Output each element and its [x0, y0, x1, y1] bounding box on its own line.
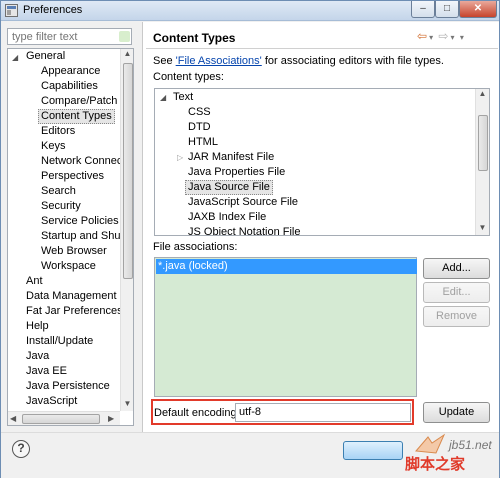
close-button[interactable]: ✕	[459, 1, 497, 18]
remove-button[interactable]: Remove	[423, 306, 490, 327]
tree-item-workspace[interactable]: Workspace	[39, 259, 98, 274]
tree-item-fat-jar-preferences[interactable]: Fat Jar Preferences	[24, 304, 125, 319]
tree-item-security[interactable]: Security	[39, 199, 83, 214]
tree-item-capabilities[interactable]: Capabilities	[39, 79, 100, 94]
scroll-down-arrow-icon[interactable]: ▼	[476, 223, 489, 232]
file-associations-label: File associations:	[153, 241, 238, 253]
back-dropdown-icon[interactable]: ▾	[429, 33, 433, 42]
page-description: See 'File Associations' for associating …	[153, 55, 444, 67]
page-title: Content Types	[153, 31, 236, 45]
add-button[interactable]: Add...	[423, 258, 490, 279]
preference-tree: ◢ General Appearance Capabilities Compar…	[7, 48, 134, 426]
tree-item-service-policies[interactable]: Service Policies	[39, 214, 121, 229]
content-type-item[interactable]: JavaScript Source File	[186, 195, 300, 210]
view-menu-icon[interactable]: ▾	[460, 33, 464, 42]
collapse-general-icon[interactable]: ◢	[12, 53, 18, 62]
tree-item-content-types[interactable]: Content Types	[38, 109, 115, 124]
watermark-site: jb51.net	[449, 438, 492, 452]
content-type-item[interactable]: JAXB Index File	[186, 210, 268, 225]
edit-button[interactable]: Edit...	[423, 282, 490, 303]
tree-item-startup-shutdown[interactable]: Startup and Shutd	[39, 229, 132, 244]
tree-item-javascript[interactable]: JavaScript	[24, 394, 79, 409]
help-icon[interactable]: ?	[12, 440, 30, 458]
tree-item-editors[interactable]: Editors	[39, 124, 77, 139]
window-title: Preferences	[23, 4, 83, 16]
default-encoding-field[interactable]: utf-8	[235, 403, 411, 422]
scroll-left-arrow-icon[interactable]: ◀	[10, 414, 16, 423]
header-divider	[146, 48, 498, 49]
page-navigation: ⇦ ▾ ⇨ ▾ ▾	[417, 29, 466, 43]
tree-item-appearance[interactable]: Appearance	[39, 64, 102, 79]
expand-jar-manifest-icon[interactable]: ▷	[177, 153, 183, 162]
clear-filter-icon[interactable]	[119, 31, 130, 42]
tree-item-java[interactable]: Java	[24, 349, 51, 364]
content-type-item[interactable]: HTML	[186, 135, 220, 150]
maximize-button[interactable]: □	[435, 1, 459, 18]
tree-vertical-scrollbar[interactable]: ▲ ▼	[120, 49, 133, 411]
tree-item-web-browser[interactable]: Web Browser	[39, 244, 109, 259]
back-arrow-icon[interactable]: ⇦	[417, 29, 427, 43]
update-button[interactable]: Update	[423, 402, 490, 423]
tree-scroll-thumb[interactable]	[123, 63, 133, 279]
title-bar[interactable]: Preferences – □ ✕	[1, 1, 499, 21]
watermark-cn: 脚本之家	[405, 456, 466, 473]
scroll-up-arrow-icon[interactable]: ▲	[121, 49, 133, 58]
preferences-window-icon	[5, 4, 18, 17]
content-types-tree: ◢ Text CSS DTD HTML ▷ JAR Manifest File …	[154, 88, 490, 236]
filter-input[interactable]	[7, 28, 132, 45]
content-type-item[interactable]: DTD	[186, 120, 213, 135]
collapse-text-icon[interactable]: ◢	[160, 93, 166, 102]
content-types-label: Content types:	[153, 71, 224, 83]
content-type-java-source-file[interactable]: Java Source File	[185, 180, 273, 195]
forward-dropdown-icon[interactable]: ▾	[450, 33, 454, 42]
file-associations-list[interactable]: *.java (locked)	[154, 257, 417, 397]
tree-item-perspectives[interactable]: Perspectives	[39, 169, 106, 184]
tree-item-install-update[interactable]: Install/Update	[24, 334, 95, 349]
forward-arrow-icon[interactable]: ⇨	[438, 29, 448, 43]
tree-item-ant[interactable]: Ant	[24, 274, 45, 289]
tree-item-java-ee[interactable]: Java EE	[24, 364, 69, 379]
file-association-java[interactable]: *.java (locked)	[156, 259, 417, 274]
tree-item-keys[interactable]: Keys	[39, 139, 67, 154]
tree-item-data-management[interactable]: Data Management	[24, 289, 119, 304]
content-type-item[interactable]: Java Properties File	[186, 165, 287, 180]
scroll-right-arrow-icon[interactable]: ▶	[108, 414, 114, 423]
tree-item-java-persistence[interactable]: Java Persistence	[24, 379, 112, 394]
tree-hscroll-thumb[interactable]	[22, 414, 100, 424]
file-associations-link[interactable]: 'File Associations'	[176, 55, 262, 67]
tree-horizontal-scrollbar[interactable]: ◀ ▶	[8, 411, 120, 425]
tree-item-search[interactable]: Search	[39, 184, 78, 199]
preferences-window: Preferences – □ ✕ ◢ General Appearance C…	[0, 0, 500, 478]
content-type-item[interactable]: JS Object Notation File	[186, 225, 303, 235]
scroll-up-arrow-icon[interactable]: ▲	[476, 89, 489, 98]
content-type-item[interactable]: CSS	[186, 105, 213, 120]
tree-item-general[interactable]: General	[24, 49, 67, 64]
content-types-scroll-thumb[interactable]	[478, 115, 488, 171]
minimize-button[interactable]: –	[411, 1, 435, 18]
scroll-down-arrow-icon[interactable]: ▼	[121, 399, 133, 408]
content-type-text[interactable]: Text	[171, 90, 195, 105]
ok-button[interactable]	[343, 441, 403, 460]
tree-item-compare-patch[interactable]: Compare/Patch	[39, 94, 119, 109]
default-encoding-label: Default encoding:	[154, 407, 240, 419]
tree-item-help[interactable]: Help	[24, 319, 51, 334]
content-type-item[interactable]: JAR Manifest File	[186, 150, 276, 165]
content-types-scrollbar[interactable]: ▲ ▼	[475, 89, 489, 235]
watermark-logo-icon	[414, 433, 446, 454]
